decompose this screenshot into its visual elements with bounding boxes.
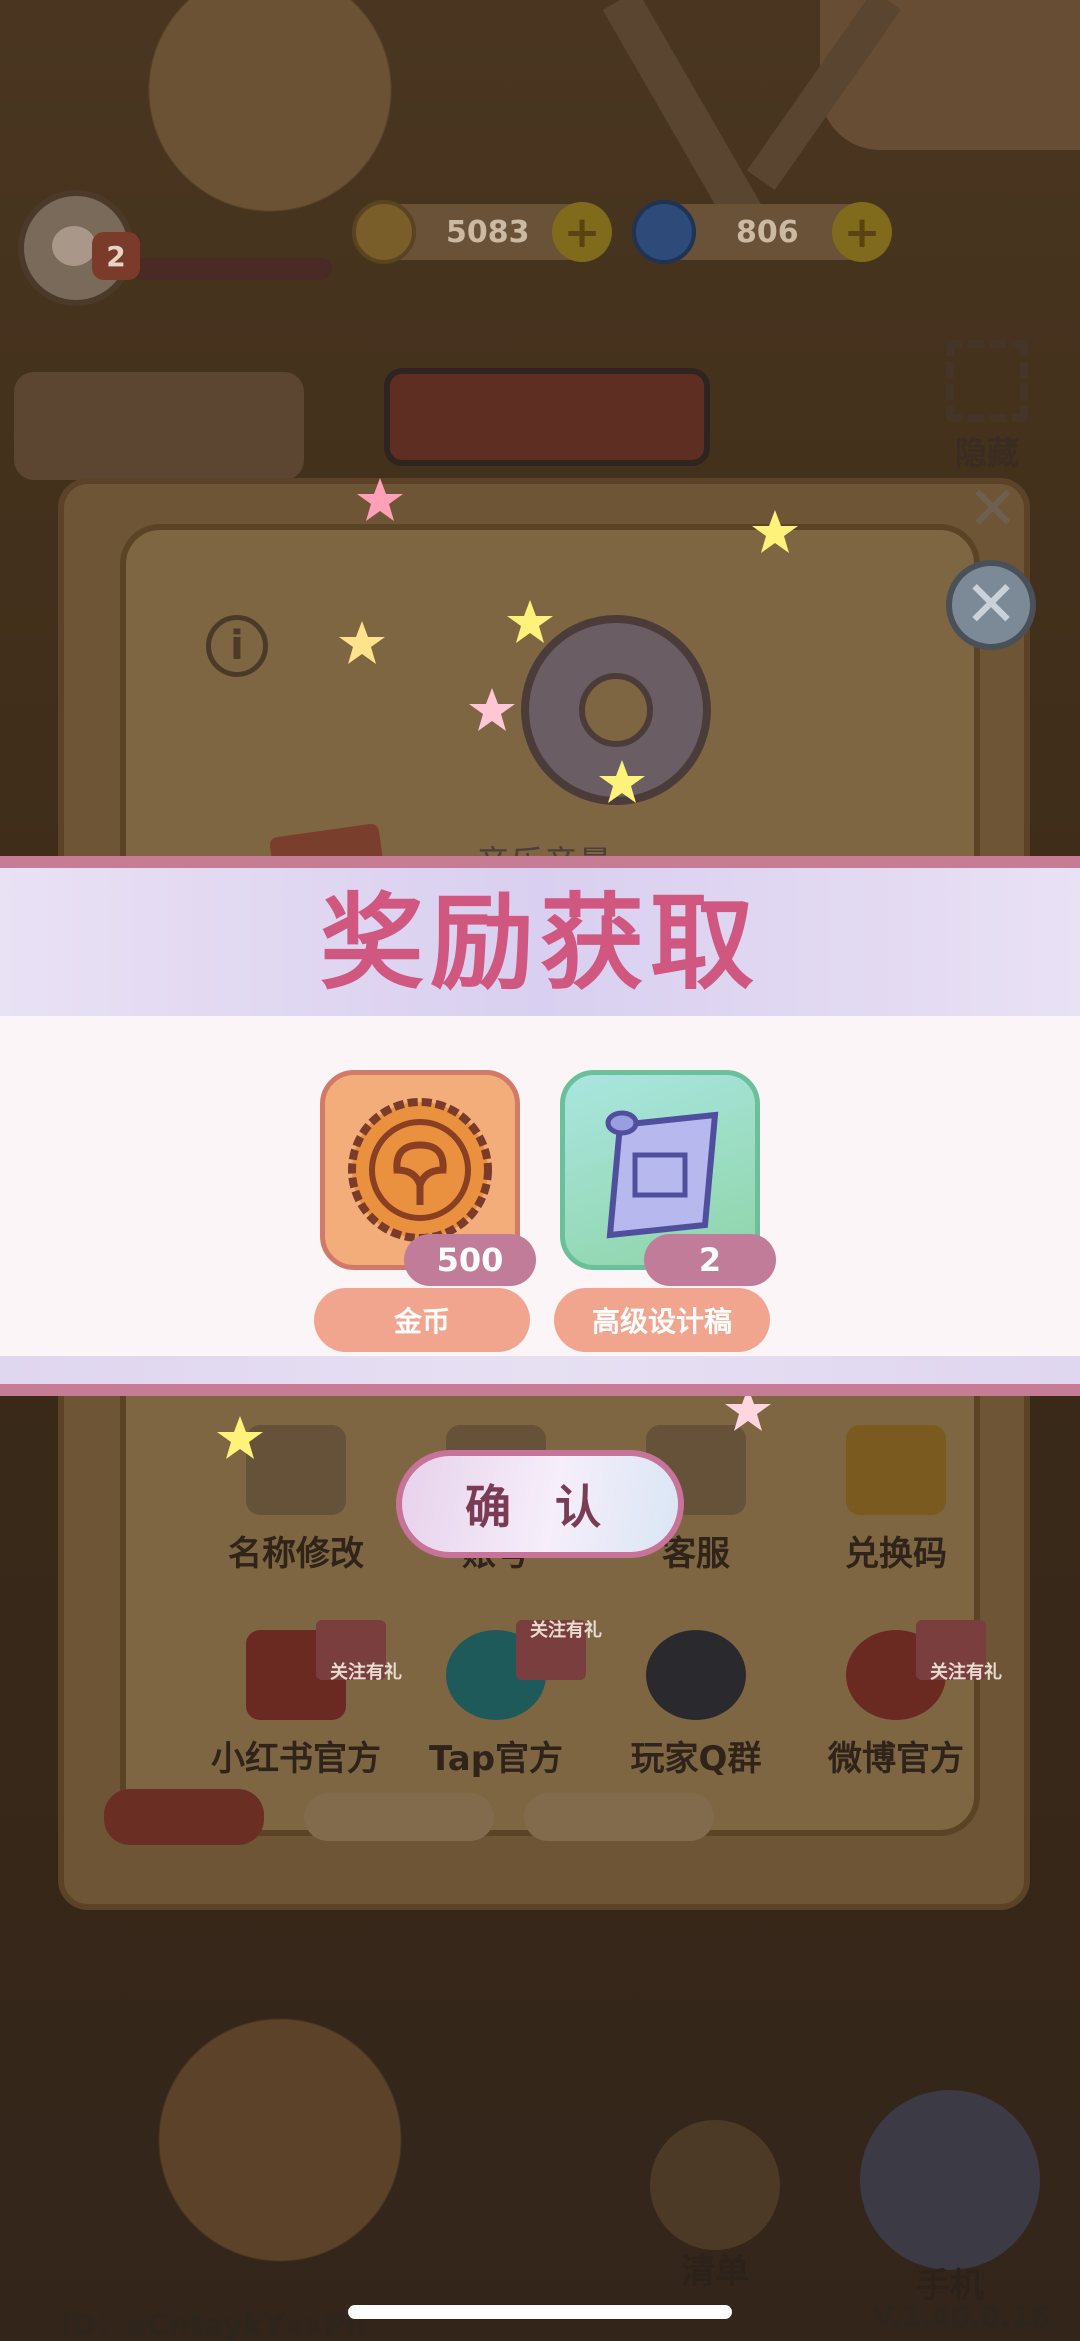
add-coins-button[interactable]: +: [552, 202, 612, 262]
reward-name: 高级设计稿: [554, 1288, 770, 1352]
checklist-button[interactable]: 清单: [640, 2120, 790, 2292]
wood-beam: [602, 0, 768, 236]
grid-label: Tap官方: [428, 1739, 564, 1779]
phone-button[interactable]: 手机: [850, 2090, 1050, 2306]
settings-grid-row: 关注有礼 小红书官方 关注有礼 Tap官方 玩家Q群 关注有礼 微博官方: [196, 1620, 1002, 1780]
grid-label: 小红书官方: [211, 1739, 381, 1779]
home-indicator[interactable]: [348, 2305, 732, 2319]
reward-body: 500 金币 2 高级设计稿: [0, 1016, 1080, 1356]
gift-badge: 关注有礼: [930, 1662, 1002, 1683]
resource-pill: [524, 1793, 714, 1841]
resource-pill: [304, 1793, 494, 1841]
reward-name: 金币: [314, 1288, 530, 1352]
grid-label: 微博官方: [828, 1739, 964, 1779]
gem-counter: 806 +: [632, 200, 892, 264]
gem-amount: 806: [736, 214, 799, 250]
frame-icon: [946, 340, 1028, 422]
xiaohongshu-button[interactable]: 关注有礼 小红书官方: [196, 1620, 402, 1780]
xp-bar: [132, 258, 332, 280]
tap-official-button[interactable]: 关注有礼 Tap官方: [396, 1620, 602, 1780]
coin-counter: 5083 +: [352, 200, 612, 264]
level-text: 2: [106, 239, 126, 273]
coin-icon: [352, 200, 416, 264]
reward-title: 奖励获取: [319, 882, 760, 1004]
grid-label: 名称修改: [228, 1534, 364, 1574]
reward-item-blueprint: 2 高级设计稿: [554, 1070, 776, 1352]
checklist-icon: [650, 2120, 780, 2250]
player-id: ID：eCntaykYxxPn: [60, 2308, 367, 2341]
reward-bottom-edge: [0, 1356, 1080, 1384]
swirl-gem-icon: [632, 200, 696, 264]
event-banner[interactable]: [14, 372, 304, 480]
add-gems-button[interactable]: +: [832, 202, 892, 262]
redeem-code-button[interactable]: 兑换码: [796, 1425, 996, 1575]
reward-header: 奖励获取: [0, 868, 1080, 1016]
reward-count: 500: [404, 1234, 536, 1286]
hide-ui-button[interactable]: 隐藏: [932, 340, 1042, 472]
reward-count: 2: [644, 1234, 776, 1286]
grid-label: 玩家Q群: [630, 1739, 762, 1779]
qq-group-button[interactable]: 玩家Q群: [596, 1630, 796, 1780]
close-icon[interactable]: ✕: [968, 474, 1018, 544]
info-icon[interactable]: i: [206, 615, 268, 677]
hide-label: 隐藏: [954, 434, 1019, 472]
grid-label: 兑换码: [845, 1534, 947, 1574]
gift-badge: 关注有礼: [530, 1620, 602, 1641]
ticket-icon: [846, 1425, 946, 1515]
close-settings-button[interactable]: ✕: [946, 560, 1036, 650]
penguin-icon: [646, 1630, 746, 1720]
coin-amount: 5083: [446, 214, 530, 250]
version-text: V.1.40.0.16: [872, 2300, 1050, 2333]
promo-banner[interactable]: [384, 368, 710, 466]
reward-dialog: 奖励获取 500 金币 2 高级设计稿: [0, 856, 1080, 1396]
settings-bottom-strip: [104, 1789, 984, 1849]
level-badge: 2: [92, 232, 140, 280]
reward-item-coins: 500 金币: [314, 1070, 536, 1352]
confirm-button[interactable]: 确 认: [396, 1450, 684, 1558]
tab-button[interactable]: [104, 1789, 264, 1845]
checklist-label: 清单: [681, 2252, 749, 2292]
gift-badge: 关注有礼: [330, 1662, 402, 1683]
phone-icon: [860, 2090, 1040, 2270]
weibo-button[interactable]: 关注有礼 微博官方: [796, 1620, 1002, 1780]
